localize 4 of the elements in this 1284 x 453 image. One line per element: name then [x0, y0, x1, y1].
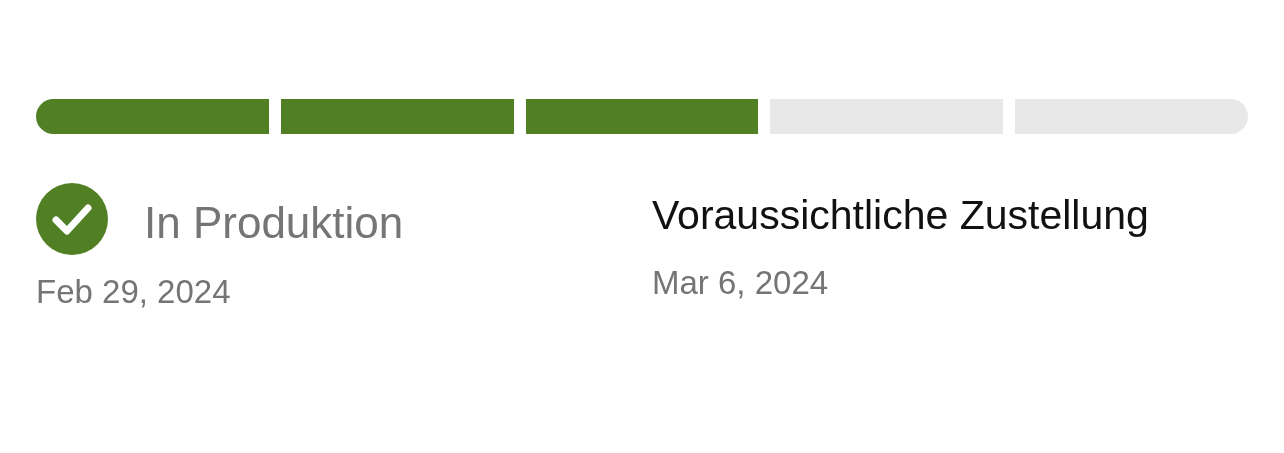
- delivery-date: Mar 6, 2024: [652, 266, 830, 299]
- status-label: In Produktion: [144, 201, 404, 245]
- delivery-label: Voraussichtliche Zustellung: [652, 195, 1149, 236]
- status-date: Feb 29, 2024: [36, 275, 232, 308]
